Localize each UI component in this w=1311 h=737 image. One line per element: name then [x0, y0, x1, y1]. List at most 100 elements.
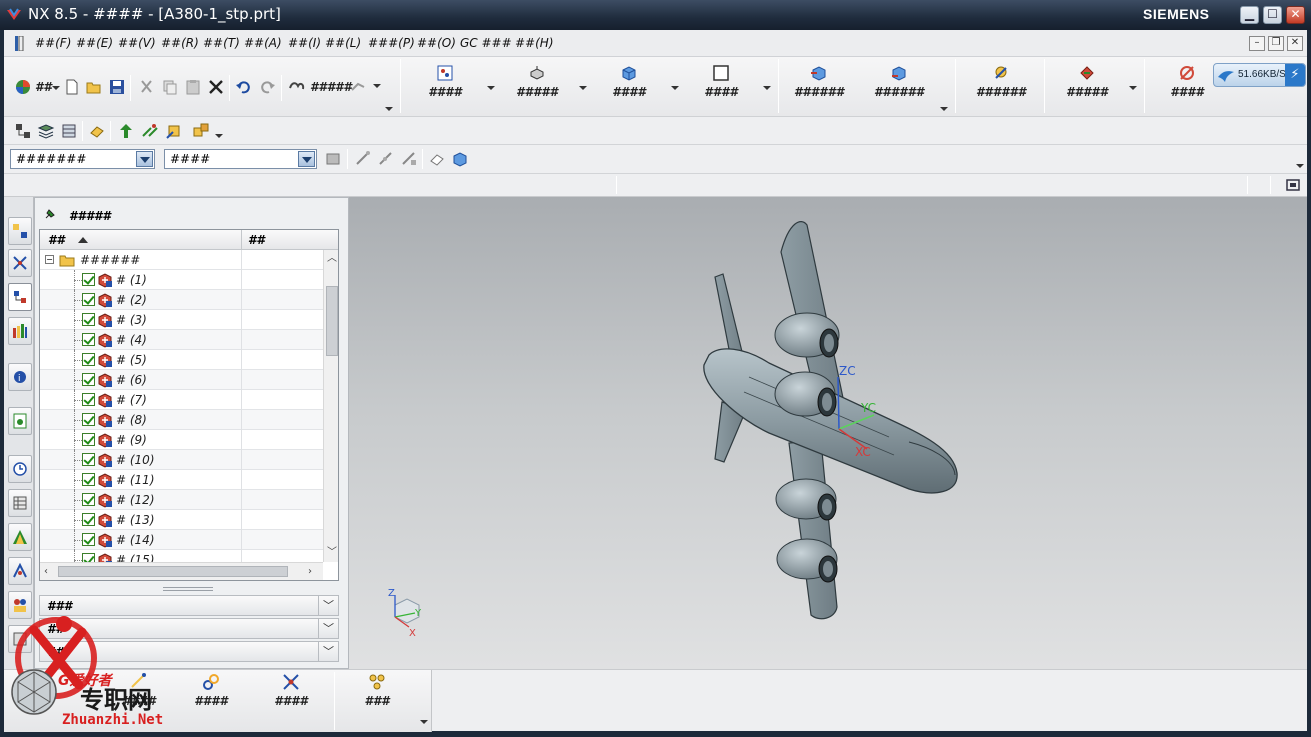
touch-dropdown-icon[interactable] [373, 84, 381, 88]
resource-part-navigator-tab[interactable] [8, 283, 32, 311]
visibility-checkbox[interactable] [82, 493, 95, 506]
move-face-button[interactable]: ##### [1052, 61, 1122, 113]
synchronous-button[interactable]: ###### [966, 61, 1036, 113]
menu-window[interactable]: ##(O) [417, 36, 456, 50]
navigator-splitter[interactable] [163, 587, 213, 591]
resource-web-browser-tab[interactable] [8, 407, 32, 435]
resource-system-materials-tab[interactable] [8, 489, 32, 517]
datum-dropdown-icon[interactable] [763, 86, 771, 90]
tree-item-row[interactable]: # (2) [40, 290, 323, 310]
new-file-icon[interactable] [63, 78, 81, 96]
tree-item-row[interactable]: # (9) [40, 430, 323, 450]
minimize-button[interactable]: ▁ [1240, 6, 1259, 24]
touch-mode-icon[interactable] [288, 78, 306, 96]
visibility-checkbox[interactable] [82, 393, 95, 406]
type-filter-dropdown-icon[interactable] [136, 151, 153, 167]
network-speed-widget[interactable]: 51.66KB/S ⚡ [1213, 63, 1306, 87]
visibility-checkbox[interactable] [82, 453, 95, 466]
type-filter-select[interactable]: ####### [10, 149, 155, 169]
menu-file[interactable]: ##(F) [35, 36, 71, 50]
collapse-icon[interactable]: − [45, 255, 54, 264]
edit-overflow-icon[interactable] [940, 107, 948, 111]
scroll-down-icon[interactable]: ﹀ [327, 548, 337, 558]
copy-icon[interactable] [161, 78, 179, 96]
graphics-window[interactable]: ZC YC XC Z Y X [349, 197, 1307, 669]
menu-preferences[interactable]: ###(P) [368, 36, 415, 50]
pin-icon[interactable] [43, 207, 57, 221]
snap-midpoint-icon[interactable] [377, 150, 395, 168]
visibility-checkbox[interactable] [82, 373, 95, 386]
menu-help[interactable]: ##(H) [515, 36, 554, 50]
menu-analysis[interactable]: ##(L) [325, 36, 361, 50]
visibility-checkbox[interactable] [82, 273, 95, 286]
block-button[interactable]: #### [594, 61, 664, 113]
airplane-model[interactable]: ZC YC XC Z Y X [349, 197, 1307, 669]
menu-gc-toolkit[interactable]: GC ### [460, 36, 512, 50]
snap-endpoint-icon[interactable] [354, 150, 372, 168]
solid-body-icon[interactable] [451, 150, 469, 168]
vertical-scroll-thumb[interactable] [326, 286, 338, 356]
delete-icon[interactable] [207, 78, 225, 96]
doc-restore-button[interactable]: ❐ [1268, 36, 1284, 51]
cut-icon[interactable] [138, 78, 156, 96]
column-uptodate-header[interactable]: ## [248, 233, 265, 247]
filter-reset-icon[interactable] [324, 150, 342, 168]
explode-icon[interactable] [192, 122, 210, 140]
full-screen-icon[interactable] [1285, 177, 1301, 193]
visibility-checkbox[interactable] [82, 533, 95, 546]
details-chevron-icon[interactable]: ﹀ [318, 619, 338, 638]
selection-scope-dropdown-icon[interactable] [298, 151, 315, 167]
save-icon[interactable] [108, 78, 126, 96]
eraser-select-icon[interactable] [428, 150, 446, 168]
open-folder-icon[interactable] [85, 78, 103, 96]
datum-plane-button[interactable]: #### [686, 61, 756, 113]
extrude-dropdown-icon[interactable] [579, 86, 587, 90]
snap-control-icon[interactable] [400, 150, 418, 168]
paste-icon[interactable] [184, 78, 202, 96]
stack-icon[interactable] [60, 122, 78, 140]
start-dropdown-icon[interactable] [52, 86, 60, 90]
layers-icon[interactable] [37, 122, 55, 140]
tree-item-row[interactable]: # (3) [40, 310, 323, 330]
navigator-horizontal-scrollbar[interactable]: ‹ › [40, 562, 323, 580]
preview-chevron-icon[interactable]: ﹀ [318, 642, 338, 661]
undo-icon[interactable] [235, 78, 253, 96]
menu-view[interactable]: ##(V) [118, 36, 156, 50]
mate-component-icon[interactable] [141, 122, 159, 140]
edit-feature-button[interactable]: ###### [784, 61, 854, 113]
resource-reuse-library-tab[interactable] [8, 317, 32, 345]
horizontal-scroll-thumb[interactable] [58, 566, 288, 577]
toolbar1-overflow-icon[interactable] [385, 107, 393, 111]
eraser-icon[interactable] [88, 122, 106, 140]
menu-information[interactable]: ##(I) [288, 36, 321, 50]
sort-ascending-icon[interactable] [78, 237, 88, 243]
scroll-up-icon[interactable]: ︿ [327, 254, 337, 264]
assembly-dropdown-icon[interactable] [215, 134, 223, 138]
bottom-button-3[interactable]: #### [256, 670, 326, 722]
tree-item-row[interactable]: # (5) [40, 350, 323, 370]
tree-item-row[interactable]: # (4) [40, 330, 323, 350]
touch-mode-label[interactable]: ##### [310, 80, 352, 94]
scroll-right-icon[interactable]: › [308, 566, 312, 577]
visibility-checkbox[interactable] [82, 293, 95, 306]
doc-minimize-button[interactable]: – [1249, 36, 1265, 51]
resource-hd3d-tab[interactable]: i [8, 363, 32, 391]
visibility-checkbox[interactable] [82, 473, 95, 486]
menu-tools[interactable]: ##(A) [244, 36, 282, 50]
pull-face-button[interactable]: #### [1152, 61, 1222, 113]
sketch-dropdown-icon[interactable] [487, 86, 495, 90]
tree-item-row[interactable]: # (11) [40, 470, 323, 490]
doc-close-button[interactable]: ✕ [1287, 36, 1303, 51]
move-face-dropdown-icon[interactable] [1129, 86, 1137, 90]
selection-overflow-icon[interactable] [1296, 164, 1304, 168]
resource-process-studio-tab[interactable] [8, 557, 32, 585]
block-dropdown-icon[interactable] [671, 86, 679, 90]
menu-edit[interactable]: ##(E) [76, 36, 113, 50]
redo-icon[interactable] [258, 78, 276, 96]
start-label[interactable]: ## [35, 80, 52, 94]
tree-root-row[interactable]: − ###### [40, 250, 323, 270]
dependencies-chevron-icon[interactable]: ﹀ [318, 596, 338, 615]
assembly-tree-icon[interactable] [14, 122, 32, 140]
visibility-checkbox[interactable] [82, 313, 95, 326]
scroll-left-icon[interactable]: ‹ [44, 566, 48, 577]
